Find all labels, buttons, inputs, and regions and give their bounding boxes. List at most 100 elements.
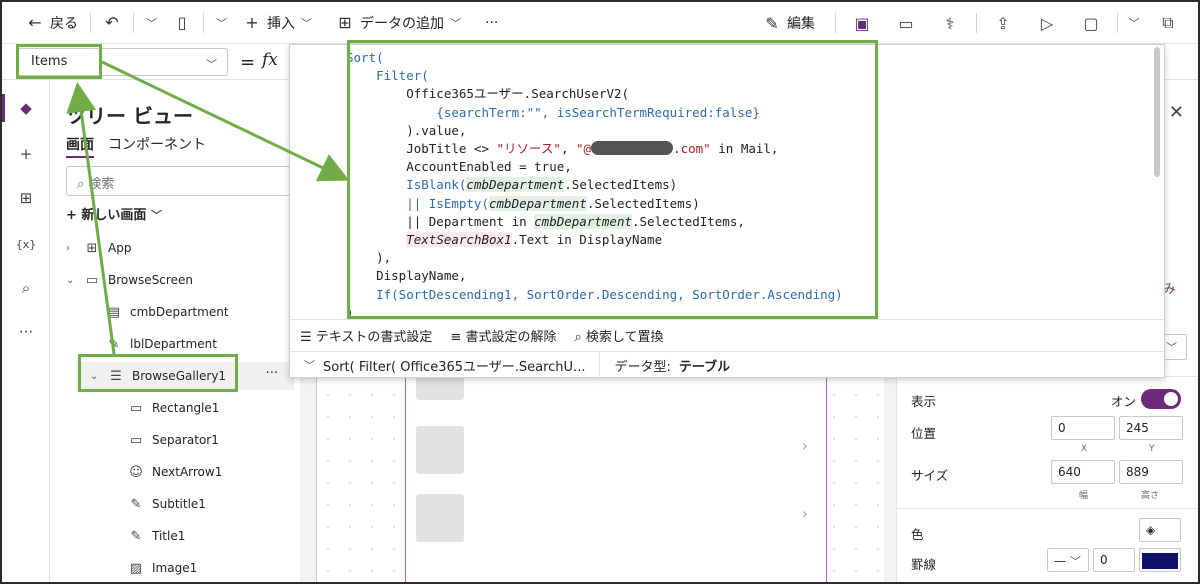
rectangle-icon: ▭ [129,432,143,448]
command-bar: ← 戻る ↶ ﹀ ▯ ﹀ + 挿入 ﹀ ⊞ データの追加 ﹀ ··· ✎ 編集 [2,2,1198,44]
search-icon: ⌕ [21,279,31,297]
left-rail: ◆ + ⊞ {x} ⌕ ··· [2,80,50,582]
divider [1117,13,1118,33]
equals-sign: = [240,52,256,73]
undo-menu-button[interactable]: ﹀ [138,8,165,38]
edit-button[interactable]: ✎ 編集 [755,8,823,38]
visible-value: オン [1111,394,1137,409]
editor-toolbar: ☰ テキストの書式設定 ≡ 書式設定の解除 ⌕ 検索して置換 [290,319,1164,351]
tree-node-browsescreen[interactable]: ⌄ ▭ BrowseScreen [66,266,193,294]
visible-label: 表示 [911,394,937,409]
formula-preview-toggle[interactable]: ﹀ Sort( Filter( Office365ユーザー.SearchU... [290,352,601,378]
chevron-down-icon: ﹀ [1069,555,1081,568]
divider [203,12,204,33]
data-type-info: データ型: テーブル [614,359,731,375]
height-sublabel: 高さ [1141,491,1160,501]
more-button[interactable]: ··· [477,8,506,38]
format-text-button[interactable]: ☰ テキストの書式設定 [300,326,432,345]
fill-color-button[interactable]: ◈ [1139,518,1181,542]
annotation-box-gallery [78,354,238,392]
tree-node-rectangle1[interactable]: ▭ Rectangle1 [128,394,220,422]
visible-toggle[interactable] [1141,389,1181,409]
screen-icon: ▭ [85,272,99,288]
y-sublabel: Y [1149,444,1155,454]
size-label: サイズ [911,468,949,483]
tree-node-subtitle1[interactable]: ✎ Subtitle1 [128,490,206,518]
notebook-icon: ▣ [854,13,870,33]
share-button[interactable]: ⇪ [981,8,1025,38]
tree-tabs: 画面 コンポーネント [66,134,206,158]
new-screen-button[interactable]: + 新しい画面 ﹀ [66,204,162,223]
border-width-input[interactable]: 0 [1093,548,1135,572]
play-button[interactable]: ▷ [1025,8,1069,38]
format-lines-icon: ☰ [300,330,316,345]
chevron-down-icon: ﹀ [150,209,162,222]
vertical-scrollbar[interactable] [1154,47,1160,177]
comments-button[interactable]: ▭ [884,8,928,38]
tree-search-input[interactable]: ⌕ 検索 [66,166,290,196]
close-icon[interactable]: ✕ [1169,102,1184,123]
publish-icon: ⧉ [1162,13,1174,32]
tab-components[interactable]: コンポーネント [108,134,206,158]
chevron-right-icon: › [801,504,808,523]
search-icon: ⌕ [77,177,89,192]
image-placeholder-icon [416,494,464,542]
divider [133,12,134,33]
insert-rail-button[interactable]: + [12,140,40,168]
label-icon: ✎ [130,528,142,544]
divider [897,508,1198,509]
insert-button[interactable]: + 挿入 ﹀ [235,8,320,38]
stethoscope-icon: ⚕ [945,13,955,33]
tree-node-cmbdepartment[interactable]: ▤ cmbDepartment [106,298,229,326]
tree-view-rail-button[interactable]: ◆ [12,94,40,122]
data-rail-button[interactable]: ⊞ [12,184,40,212]
annotation-box-formula [347,40,878,319]
add-data-button[interactable]: ⊞ データの追加 ﹀ [328,8,469,38]
tree-node-separator1[interactable]: ▭ Separator1 [128,426,219,454]
remove-format-button[interactable]: ≡ 書式設定の解除 [450,326,556,345]
y-input[interactable]: 245 [1119,416,1183,440]
save-menu-button[interactable]: ﹀ [1122,8,1146,38]
rectangle-icon: ▭ [129,400,143,416]
app-checker-button[interactable]: ▣ [840,8,884,38]
lines-icon: ≡ [450,330,466,345]
undo-button[interactable]: ↶ [95,8,129,38]
chevron-right-icon: › [801,436,808,455]
layers-icon: ◆ [20,99,32,117]
panel-title: ツリー ビュー [66,104,193,128]
tree-node-image1[interactable]: ▨ Image1 [128,554,197,582]
chevron-down-icon: ﹀ [146,16,157,30]
save-icon: ▢ [1083,13,1099,33]
plus-icon: + [245,13,259,32]
tree-node-title1[interactable]: ✎ Title1 [128,522,186,550]
divider [90,12,91,33]
comment-icon: ▭ [898,13,914,33]
arrow-left-icon: ← [28,13,42,32]
border-style-select[interactable]: — ﹀ [1047,548,1089,572]
fx-icon: fx [262,50,278,70]
label-icon: ✎ [130,496,142,512]
height-input[interactable]: 889 [1119,460,1183,484]
divider [835,13,836,33]
border-label: 罫線 [911,557,937,572]
paste-button[interactable]: ▯ [165,8,199,38]
tab-screens[interactable]: 画面 [66,134,94,158]
back-button[interactable]: ← 戻る [2,8,86,38]
tree-node-nextarrow1[interactable]: ☺ NextArrow1 [128,458,222,486]
more-options-button[interactable]: ··· [266,366,278,381]
chevron-down-icon: ﹀ [1128,17,1140,30]
chevron-down-icon: ﹀ [450,16,461,30]
variables-rail-button[interactable]: {x} [12,230,40,258]
search-rail-button[interactable]: ⌕ [12,274,40,302]
x-input[interactable]: 0 [1051,416,1115,440]
find-replace-button[interactable]: ⌕ 検索して置換 [574,326,663,345]
chevron-down-icon: ﹀ [206,58,217,71]
paste-menu-button[interactable]: ﹀ [208,8,235,38]
undo-icon: ↶ [105,13,119,32]
more-rail-button[interactable]: ··· [12,318,40,346]
save-button[interactable]: ▢ [1069,8,1113,38]
publish-button[interactable]: ⧉ [1146,8,1190,38]
tree-node-app[interactable]: › ⊞ App [66,234,131,262]
health-button[interactable]: ⚕ [928,8,972,38]
width-input[interactable]: 640 [1051,460,1115,484]
